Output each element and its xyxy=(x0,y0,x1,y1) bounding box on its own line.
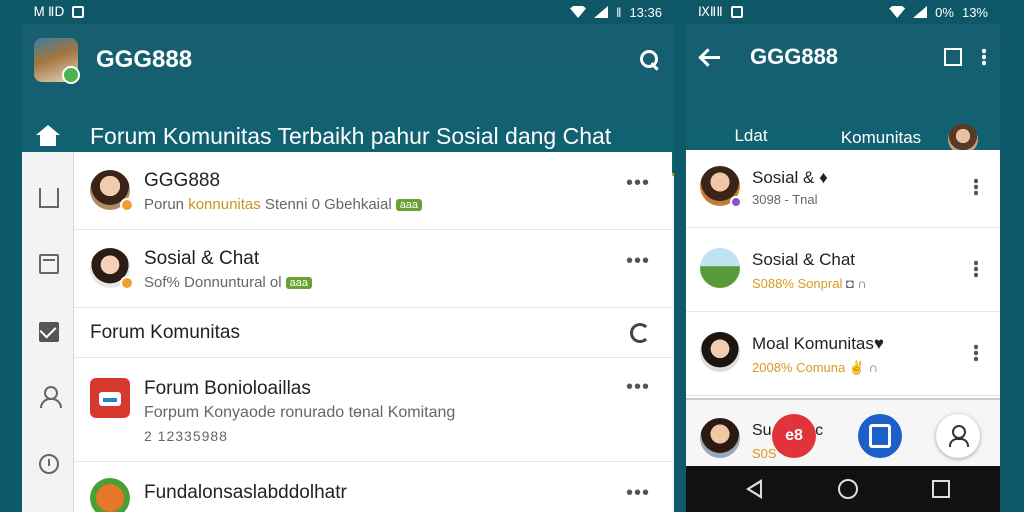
avatar xyxy=(700,248,740,288)
status-time: 13:36 xyxy=(629,4,662,20)
battery-text: 0% xyxy=(935,4,954,20)
system-nav-bar xyxy=(686,466,1000,512)
signal-icon xyxy=(594,6,609,18)
item-subtitle: Forpum Konyaode ronurado tɵnal Komitang xyxy=(144,404,456,421)
wifi-icon xyxy=(889,6,906,18)
more-options-icon[interactable]: ••• xyxy=(626,482,650,505)
item-subtitle: 3098 - Tnal xyxy=(752,192,818,207)
status-bar: ⅨⅡⅡ 0% 13% xyxy=(686,0,1000,24)
list-item[interactable]: Sosial & Chat Sof% Donnuntural ol aaa ••• xyxy=(74,230,672,308)
feed-list: GGG888 Porun konnunitas Stenni 0 Gbehkai… xyxy=(74,152,672,512)
status-left-text: ⅨⅡⅡ xyxy=(698,4,723,19)
user-icon[interactable] xyxy=(39,386,62,408)
app-title: GGG888 xyxy=(750,44,839,69)
avatar xyxy=(700,418,740,458)
more-vertical-icon[interactable] xyxy=(974,260,978,278)
item-subtitle: Porun konnunitas Stenni 0 Gbehkaial aaa xyxy=(144,196,423,213)
nav-home-icon[interactable] xyxy=(838,479,858,499)
status-bar: Ꮇ ⅡⅮ ‖ 13:36 xyxy=(22,0,674,24)
signal-icon xyxy=(913,6,928,18)
notification-icon xyxy=(72,6,85,18)
right-phone-screen: ⅨⅡⅡ 0% 13% GGG888 Ldat Komunitas Sosial … xyxy=(686,0,1000,512)
bottom-action-bar: Su ahionc S0S e8 xyxy=(686,398,1000,466)
section-header: Forum Komunitas xyxy=(74,308,672,358)
item-title: Sosial & Chat xyxy=(144,248,260,269)
tag-badge: aaa xyxy=(395,199,423,212)
clock-icon[interactable] xyxy=(39,454,59,474)
square-icon[interactable] xyxy=(944,48,962,66)
nav-recents-icon[interactable] xyxy=(932,480,950,498)
item-title: Sosial & Chat xyxy=(752,250,855,269)
item-subtitle: Sof% Donnuntural ol aaa xyxy=(144,274,312,291)
more-vertical-icon[interactable] xyxy=(982,48,986,66)
more-vertical-icon[interactable] xyxy=(974,178,978,196)
app-title: GGG888 xyxy=(96,46,193,73)
blue-action-button[interactable] xyxy=(858,414,902,458)
avatar xyxy=(700,332,740,372)
item-number: 2 12335988 xyxy=(144,428,228,444)
item-title: Forum Bonioloaillas xyxy=(144,378,311,399)
home-outline-icon[interactable] xyxy=(39,188,59,208)
banner-text: Forum Komunitas Terbaikh pahur Sosial da… xyxy=(90,122,612,149)
notification-icon xyxy=(730,6,743,18)
status-time: 13% xyxy=(961,4,988,20)
more-vertical-icon[interactable] xyxy=(974,344,978,362)
more-options-icon[interactable]: ••• xyxy=(626,376,650,399)
badge-icon xyxy=(730,196,742,208)
side-navigation-rail xyxy=(22,152,74,512)
section-title: Forum Komunitas xyxy=(90,322,240,343)
profile-button[interactable] xyxy=(936,414,980,458)
list-item[interactable]: Forum Bonioloaillas Forpum Konyaode ronu… xyxy=(74,358,672,462)
list-item[interactable]: Sosial & Chat S088% Sonpral ◘ ∩ xyxy=(686,228,1000,312)
badge-icon xyxy=(120,198,134,212)
mail-icon[interactable] xyxy=(39,322,59,342)
item-subtitle: S0S xyxy=(752,446,777,461)
more-options-icon[interactable]: ••• xyxy=(626,172,650,195)
item-subtitle: 2008% Comuna ✌ ∩ xyxy=(752,360,878,375)
item-subtitle: S088% Sonpral ◘ ∩ xyxy=(752,276,867,291)
app-icon xyxy=(90,478,130,512)
item-title: GGG888 xyxy=(144,170,221,191)
list-item[interactable]: Sosial & ♦ 3098 - Tnal xyxy=(686,150,1000,228)
red-action-button[interactable]: e8 xyxy=(772,414,816,458)
home-icon[interactable] xyxy=(36,125,60,147)
left-phone-screen: Ꮇ ⅡⅮ ‖ 13:36 GGG888 Forum Komunitas Terb… xyxy=(22,0,674,512)
item-title: Sosial & ♦ xyxy=(752,168,828,187)
more-options-icon[interactable]: ••• xyxy=(626,250,650,273)
back-arrow-icon[interactable] xyxy=(700,48,722,66)
item-title: Fundalonsaslabddolhatr xyxy=(144,482,347,503)
refresh-icon[interactable] xyxy=(630,323,650,343)
list-item[interactable]: Fundalonsaslabddolhatr ••• xyxy=(74,462,672,512)
search-icon[interactable] xyxy=(638,48,662,72)
status-left-text: Ꮇ ⅡⅮ xyxy=(34,4,65,19)
list-item[interactable]: GGG888 Porun konnunitas Stenni 0 Gbehkai… xyxy=(74,152,672,230)
app-icon xyxy=(90,378,130,418)
badge-icon xyxy=(120,276,134,290)
nav-back-icon[interactable] xyxy=(746,479,762,499)
card-icon[interactable] xyxy=(39,254,59,274)
battery-text: ‖ xyxy=(616,4,622,20)
list-item[interactable]: Moal Komunitas♥ 2008% Comuna ✌ ∩ xyxy=(686,312,1000,396)
wifi-icon xyxy=(570,6,587,18)
item-title: Moal Komunitas♥ xyxy=(752,334,884,353)
tag-badge: aaa xyxy=(285,277,312,290)
profile-avatar[interactable] xyxy=(34,38,80,84)
